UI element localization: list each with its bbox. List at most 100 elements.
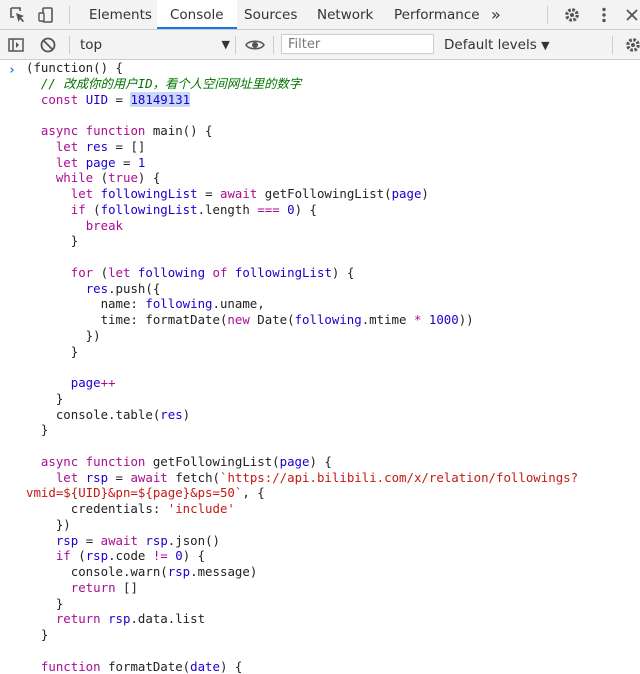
code-token: = [] xyxy=(116,139,146,154)
code-token: != xyxy=(153,548,168,563)
code-token: 0 xyxy=(175,548,182,563)
code-token: function xyxy=(41,659,101,674)
code-line: } xyxy=(0,344,640,360)
code-token: ) { xyxy=(332,265,354,280)
code-token: await xyxy=(130,470,167,485)
code-token: ) { xyxy=(138,170,160,185)
code-line: if (rsp.code != 0) { xyxy=(0,548,640,564)
context-selector-value: top xyxy=(80,37,102,53)
context-selector[interactable]: top ▼ xyxy=(80,35,230,55)
code-line: rsp = await rsp.json() xyxy=(0,533,640,549)
code-token: time: formatDate( xyxy=(26,312,227,327)
code-token: 0 xyxy=(287,202,294,217)
code-token: rsp xyxy=(78,470,115,485)
code-line: let page = 1 xyxy=(0,155,640,171)
code-line xyxy=(0,249,640,265)
code-line xyxy=(0,438,640,454)
code-token: .message) xyxy=(190,564,257,579)
code-token: let xyxy=(56,139,78,154)
code-line: res.push({ xyxy=(0,281,640,297)
toolbar-divider xyxy=(547,6,548,24)
code-token: .code xyxy=(108,548,153,563)
code-line: console.table(res) xyxy=(0,407,640,423)
code-token: vmid=${UID}&pn=${page}&ps=50` xyxy=(26,485,242,500)
code-token: ( xyxy=(71,548,86,563)
code-token xyxy=(26,170,56,185)
code-token xyxy=(26,186,71,201)
code-token: )) xyxy=(459,312,474,327)
code-line: let rsp = await fetch(`https://api.bilib… xyxy=(0,470,640,486)
customize-menu-icon[interactable] xyxy=(595,6,613,24)
code-token: await xyxy=(101,533,138,548)
code-line xyxy=(0,643,640,659)
toolbar-divider xyxy=(69,36,70,54)
code-token xyxy=(26,123,41,138)
code-token xyxy=(26,281,86,296)
code-line: console.warn(rsp.message) xyxy=(0,564,640,580)
show-sidebar-icon[interactable] xyxy=(7,36,25,54)
close-devtools-icon[interactable] xyxy=(624,6,640,24)
code-line: if (followingList.length === 0) { xyxy=(0,202,640,218)
code-token: ) { xyxy=(183,548,205,563)
filter-input[interactable] xyxy=(281,34,434,54)
code-line: page++ xyxy=(0,375,640,391)
code-token xyxy=(227,265,234,280)
code-token: rsp xyxy=(145,533,167,548)
code-token xyxy=(26,611,56,626)
code-token: = xyxy=(116,470,131,485)
code-token: if xyxy=(56,548,71,563)
code-token: (function() { xyxy=(26,60,123,75)
code-line: async function getFollowingList(page) { xyxy=(0,454,640,470)
live-expression-eye-icon[interactable] xyxy=(245,36,263,54)
code-token: page xyxy=(78,155,123,170)
tab-elements[interactable]: Elements xyxy=(76,0,165,30)
chevron-down-icon: ▼ xyxy=(541,39,549,52)
code-token: rsp xyxy=(108,611,130,626)
code-token: of xyxy=(213,265,228,280)
code-token xyxy=(26,580,71,595)
code-token: credentials: xyxy=(26,501,168,516)
code-token xyxy=(26,470,56,485)
inspect-element-icon[interactable] xyxy=(9,6,27,24)
code-token: following xyxy=(145,296,212,311)
code-line: time: formatDate(new Date(following.mtim… xyxy=(0,312,640,328)
code-line: } xyxy=(0,391,640,407)
code-token: [] xyxy=(116,580,138,595)
code-token xyxy=(26,375,71,390)
tab-performance[interactable]: Performance xyxy=(381,0,493,30)
code-token: ) xyxy=(421,186,428,201)
code-token: let xyxy=(56,470,78,485)
code-token: following xyxy=(295,312,362,327)
code-line: }) xyxy=(0,328,640,344)
more-tabs-button[interactable]: » xyxy=(478,0,514,30)
clear-console-icon[interactable] xyxy=(39,36,57,54)
code-token: = xyxy=(123,155,138,170)
code-token: === xyxy=(257,202,279,217)
device-toolbar-icon[interactable] xyxy=(37,6,55,24)
log-levels-dropdown[interactable]: Default levels ▼ xyxy=(444,35,550,56)
code-token xyxy=(26,92,41,107)
code-token: .length xyxy=(198,202,258,217)
code-token: fetch( xyxy=(168,470,220,485)
code-token: } xyxy=(26,344,78,359)
code-token: page xyxy=(392,186,422,201)
console-settings-gear-icon[interactable] xyxy=(624,36,640,54)
code-token: } xyxy=(26,422,48,437)
code-token: = xyxy=(78,533,100,548)
code-token: = xyxy=(205,186,220,201)
code-token: }) xyxy=(26,517,71,532)
code-line: while (true) { xyxy=(0,170,640,186)
console-code-editor[interactable]: (function() { // 改成你的用户ID，看个人空间网址里的数字 co… xyxy=(0,60,640,674)
settings-gear-icon[interactable] xyxy=(563,6,581,24)
code-token: const xyxy=(41,92,78,107)
tab-console[interactable]: Console xyxy=(157,0,237,29)
code-token: async function xyxy=(41,454,145,469)
code-token xyxy=(101,611,108,626)
code-token: let xyxy=(71,186,93,201)
tab-sources[interactable]: Sources xyxy=(231,0,310,30)
code-line: } xyxy=(0,422,640,438)
code-token xyxy=(26,454,41,469)
log-levels-label: Default levels xyxy=(444,37,537,53)
tab-network[interactable]: Network xyxy=(304,0,386,30)
code-token: = xyxy=(116,92,131,107)
